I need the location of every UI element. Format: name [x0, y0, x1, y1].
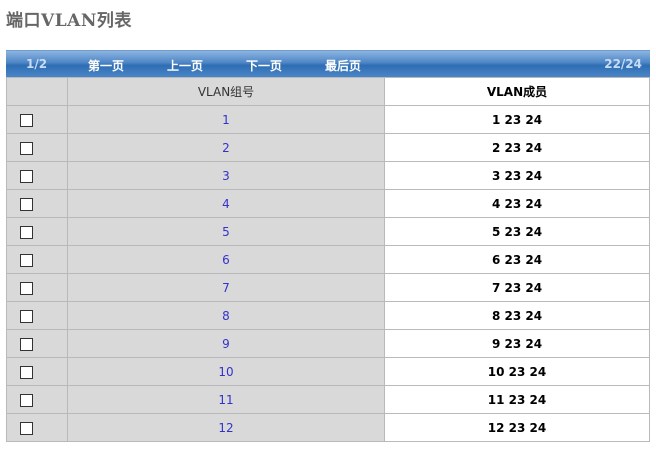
row-checkbox[interactable]: [20, 421, 33, 435]
row-checkbox[interactable]: [20, 169, 33, 183]
vlan-id-cell[interactable]: 3: [67, 161, 385, 190]
vlan-id-cell[interactable]: 9: [67, 329, 385, 358]
last-page-link[interactable]: 最后页: [325, 57, 361, 74]
table-row: 88 23 24: [6, 301, 650, 330]
table-row: 33 23 24: [6, 161, 650, 190]
row-select-cell: [6, 329, 68, 358]
vlan-id-cell[interactable]: 6: [67, 245, 385, 274]
row-checkbox[interactable]: [20, 197, 33, 211]
prev-page-link[interactable]: 上一页: [167, 57, 203, 74]
table-row: 44 23 24: [6, 189, 650, 218]
table-row: 99 23 24: [6, 329, 650, 358]
row-checkbox[interactable]: [20, 365, 33, 379]
vlan-members-cell: 2 23 24: [384, 133, 650, 162]
vlan-table: VLAN组号 VLAN成员 11 23 24 2 2 23 24 3 3 23 24 4 4…: [6, 77, 650, 442]
vlan-members-cell: 11 23 24: [384, 385, 650, 414]
row-checkbox[interactable]: [20, 225, 33, 239]
vlan-id-cell[interactable]: 10: [67, 357, 385, 386]
table-row: 66 23 24: [6, 245, 650, 274]
pagination-bar: 1/2 第一页 上一页 下一页 最后页 22/24: [6, 50, 650, 77]
row-checkbox[interactable]: [20, 393, 33, 407]
vlan-members-cell: 9 23 24: [384, 329, 650, 358]
vlan-members-cell: 6 23 24: [384, 245, 650, 274]
table-row: 11 11 23 24: [6, 385, 650, 414]
vlan-id-cell[interactable]: 8: [67, 301, 385, 330]
table-header-row: VLAN组号 VLAN成员: [6, 77, 650, 106]
vlan-members-cell: 1 23 24: [384, 105, 650, 134]
page-indicator: 1/2: [26, 57, 48, 71]
select-column-header: [6, 77, 68, 106]
row-select-cell: [6, 189, 68, 218]
row-checkbox[interactable]: [20, 141, 33, 155]
vlan-id-cell[interactable]: 12: [67, 413, 385, 442]
record-count: 22/24: [604, 57, 642, 71]
row-checkbox[interactable]: [20, 337, 33, 351]
row-select-cell: [6, 133, 68, 162]
vlan-id-cell[interactable]: 7: [67, 273, 385, 302]
row-select-cell: [6, 105, 68, 134]
row-select-cell: [6, 245, 68, 274]
table-row: 55 23 24: [6, 217, 650, 246]
vlan-id-cell[interactable]: 11: [67, 385, 385, 414]
row-select-cell: [6, 301, 68, 330]
table-row: 10 10 23 24: [6, 357, 650, 386]
vlan-id-cell[interactable]: 5: [67, 217, 385, 246]
row-select-cell: [6, 413, 68, 442]
vlan-id-cell[interactable]: 2: [67, 133, 385, 162]
row-select-cell: [6, 385, 68, 414]
vlan-id-column-header: VLAN组号: [67, 77, 385, 106]
vlan-members-cell: 4 23 24: [384, 189, 650, 218]
vlan-members-cell: 8 23 24: [384, 301, 650, 330]
row-checkbox[interactable]: [20, 281, 33, 295]
vlan-members-cell: 12 23 24: [384, 413, 650, 442]
vlan-members-cell: 3 23 24: [384, 161, 650, 190]
row-select-cell: [6, 161, 68, 190]
table-row: 11 23 24: [6, 105, 650, 134]
page-title: 端口VLAN列表: [6, 11, 132, 31]
next-page-link[interactable]: 下一页: [246, 57, 282, 74]
vlan-id-cell[interactable]: 1: [67, 105, 385, 134]
row-checkbox[interactable]: [20, 309, 33, 323]
vlan-members-cell: 5 23 24: [384, 217, 650, 246]
table-row: 12 12 23 24: [6, 413, 650, 442]
row-select-cell: [6, 217, 68, 246]
row-select-cell: [6, 357, 68, 386]
row-checkbox[interactable]: [20, 113, 33, 127]
vlan-members-cell: 7 23 24: [384, 273, 650, 302]
table-row: 77 23 24: [6, 273, 650, 302]
vlan-members-column-header: VLAN成员: [384, 77, 650, 106]
vlan-id-cell[interactable]: 4: [67, 189, 385, 218]
row-select-cell: [6, 273, 68, 302]
first-page-link[interactable]: 第一页: [88, 57, 124, 74]
vlan-members-cell: 10 23 24: [384, 357, 650, 386]
table-row: 22 23 24: [6, 133, 650, 162]
row-checkbox[interactable]: [20, 253, 33, 267]
